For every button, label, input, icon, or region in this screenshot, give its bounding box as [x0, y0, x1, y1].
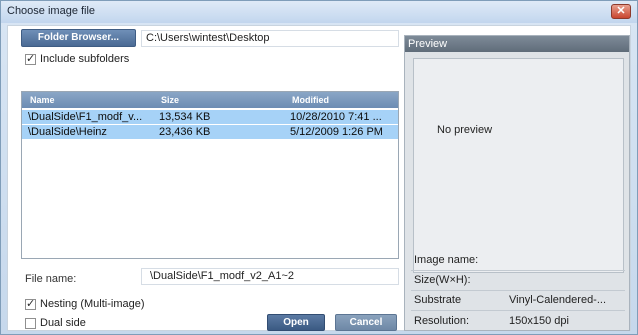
open-button[interactable]: Open — [267, 314, 325, 331]
dialog-window: Choose image file ✕ Folder Browser... C:… — [0, 0, 638, 335]
substrate-row: Substrate Vinyl-Calendered-... — [414, 294, 624, 308]
file-name-label: File name: — [25, 273, 77, 285]
dual-side-checkbox[interactable] — [25, 317, 36, 329]
file-list[interactable]: Name Size Modified \DualSide\F1_modf_v..… — [21, 91, 399, 259]
file-name-field[interactable]: \DualSide\F1_modf_v2_A1~2 — [141, 268, 399, 285]
dialog-title: Choose image file — [7, 5, 96, 17]
file-name-cell: \DualSide\F1_modf_v... — [28, 111, 143, 123]
nesting-label: Nesting (Multi-image) — [40, 298, 145, 310]
file-size-cell: 13,534 KB — [159, 111, 211, 123]
column-header-size[interactable]: Size — [161, 95, 179, 105]
nesting-option[interactable]: Nesting (Multi-image) — [25, 297, 145, 311]
cancel-button[interactable]: Cancel — [335, 314, 397, 331]
file-size-cell: 23,436 KB — [159, 126, 211, 138]
title-bar[interactable]: Choose image file ✕ — [1, 1, 637, 23]
file-name-cell: \DualSide\Heinz — [28, 126, 107, 138]
substrate-value: Vinyl-Calendered-... — [509, 294, 607, 306]
divider — [411, 310, 625, 311]
image-name-label: Image name: — [414, 254, 479, 266]
preview-header: Preview — [405, 36, 629, 52]
file-modified-cell: 5/12/2009 1:26 PM — [290, 126, 383, 138]
file-row[interactable]: \DualSide\F1_modf_v... 13,534 KB 10/28/2… — [22, 110, 398, 124]
column-header-name[interactable]: Name — [30, 95, 55, 105]
no-preview-text: No preview — [437, 124, 493, 136]
close-icon: ✕ — [616, 5, 626, 17]
file-list-header: Name Size Modified — [22, 92, 398, 108]
preview-panel: Preview No preview Image name: Size(W×H)… — [404, 35, 630, 331]
image-name-row: Image name: — [414, 254, 624, 268]
file-row[interactable]: \DualSide\Heinz 23,436 KB 5/12/2009 1:26… — [22, 125, 398, 139]
resolution-label: Resolution: — [414, 315, 470, 327]
size-row: Size(W×H): — [414, 274, 624, 288]
dual-side-label: Dual side — [40, 317, 86, 329]
nesting-checkbox[interactable] — [25, 297, 36, 310]
preview-area: No preview — [413, 58, 624, 273]
folder-browser-button[interactable]: Folder Browser... — [21, 29, 136, 47]
resolution-row: Resolution: 150x150 dpi — [414, 315, 624, 329]
divider — [411, 270, 625, 271]
dual-side-option[interactable]: Dual side — [25, 316, 86, 330]
column-header-modified[interactable]: Modified — [292, 95, 329, 105]
close-button[interactable]: ✕ — [611, 4, 631, 19]
substrate-label: Substrate — [414, 294, 462, 306]
folder-path-field[interactable]: C:\Users\wintest\Desktop — [141, 30, 399, 47]
size-label: Size(W×H): — [414, 274, 471, 286]
resolution-value: 150x150 dpi — [509, 315, 569, 327]
include-subfolders-label: Include subfolders — [40, 53, 130, 65]
file-modified-cell: 10/28/2010 7:41 ... — [290, 111, 382, 123]
include-subfolders-checkbox[interactable] — [25, 52, 36, 65]
divider — [411, 290, 625, 291]
include-subfolders-option[interactable]: Include subfolders — [25, 52, 129, 66]
